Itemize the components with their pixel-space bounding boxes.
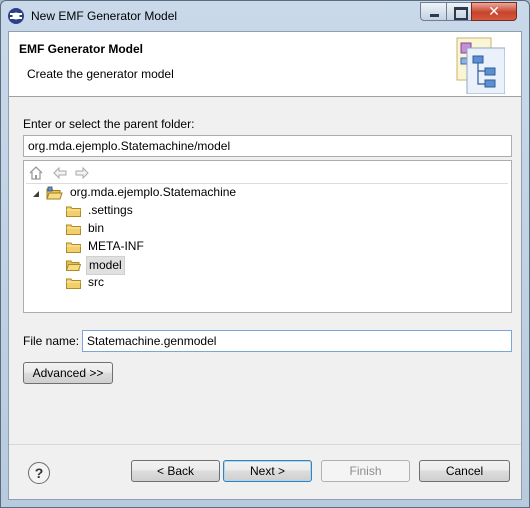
tree-toolbar bbox=[26, 163, 506, 183]
minimize-button[interactable] bbox=[420, 2, 447, 21]
expanded-triangle-icon[interactable] bbox=[32, 190, 40, 198]
folder-icon bbox=[66, 224, 81, 235]
help-icon[interactable]: ? bbox=[28, 462, 50, 484]
folder-icon bbox=[66, 206, 81, 217]
folder-tree[interactable]: org.mda.ejemplo.Statemachine .settings b… bbox=[23, 160, 512, 313]
maximize-button[interactable] bbox=[446, 2, 472, 21]
open-project-folder-icon bbox=[46, 186, 63, 200]
parent-folder-input[interactable]: org.mda.ejemplo.Statemachine/model bbox=[23, 135, 512, 157]
dialog-content: EMF Generator Model Create the generator… bbox=[8, 31, 522, 500]
back-arrow-icon[interactable] bbox=[52, 165, 68, 181]
folder-icon bbox=[66, 278, 81, 289]
tree-item-label: model bbox=[86, 256, 125, 275]
close-button[interactable]: ✕ bbox=[471, 2, 517, 21]
cancel-button[interactable]: Cancel bbox=[419, 460, 510, 482]
generator-model-wizard-icon bbox=[456, 37, 505, 94]
tree-item-label: .settings bbox=[88, 203, 133, 217]
maximize-icon bbox=[454, 7, 468, 20]
forward-arrow-icon[interactable] bbox=[74, 165, 90, 181]
home-icon[interactable] bbox=[28, 165, 44, 181]
file-name-label: File name: bbox=[23, 334, 80, 348]
back-button[interactable]: < Back bbox=[131, 460, 220, 482]
title-bar[interactable]: New EMF Generator Model ✕ bbox=[1, 1, 529, 31]
tree-item-label: META-INF bbox=[88, 239, 144, 253]
next-button[interactable]: Next > bbox=[223, 460, 312, 482]
folder-icon bbox=[66, 242, 81, 253]
eclipse-icon bbox=[8, 8, 24, 24]
tree-item-label: src bbox=[88, 275, 104, 289]
advanced-button[interactable]: Advanced >> bbox=[23, 362, 113, 384]
file-name-input[interactable]: Statemachine.genmodel bbox=[82, 330, 512, 352]
tree-item-label: bin bbox=[88, 221, 105, 235]
open-folder-icon bbox=[66, 260, 81, 271]
window-title: New EMF Generator Model bbox=[31, 9, 178, 23]
parent-folder-label: Enter or select the parent folder: bbox=[23, 117, 195, 131]
wizard-window: New EMF Generator Model ✕ EMF Generator … bbox=[0, 0, 530, 508]
close-icon: ✕ bbox=[488, 3, 500, 19]
page-subtitle: Create the generator model bbox=[27, 67, 174, 81]
minimize-icon bbox=[430, 14, 439, 17]
footer-divider bbox=[9, 444, 521, 445]
page-title: EMF Generator Model bbox=[19, 42, 144, 56]
tree-root-label: org.mda.ejemplo.Statemachine bbox=[70, 185, 237, 199]
finish-button[interactable]: Finish bbox=[321, 460, 410, 482]
wizard-header: EMF Generator Model Create the generator… bbox=[9, 32, 521, 97]
